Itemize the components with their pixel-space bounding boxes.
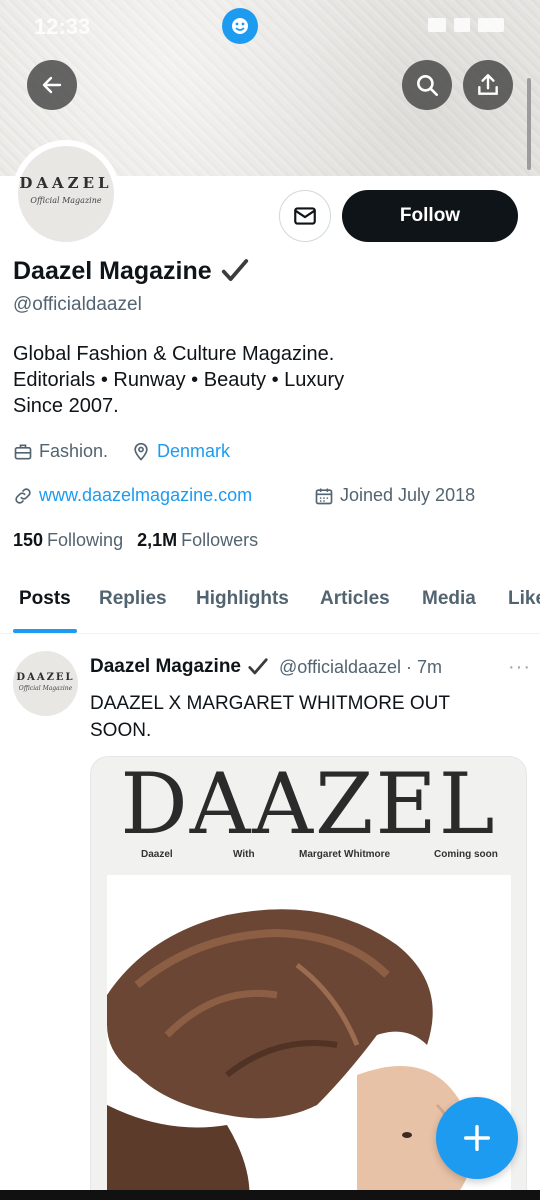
back-button[interactable] xyxy=(27,60,77,110)
follow-counts: 150 Following 2,1M Followers xyxy=(13,530,258,551)
share-icon xyxy=(478,74,498,95)
follow-button[interactable]: Follow xyxy=(342,190,518,242)
post-handle-time: @officialdaazel · 7m xyxy=(279,656,443,677)
profile-location[interactable]: Denmark xyxy=(131,441,230,462)
verified-check-icon xyxy=(248,658,268,675)
briefcase-icon xyxy=(14,444,32,459)
cover-label: Margaret Whitmore xyxy=(299,849,391,860)
tab-articles[interactable]: Articles xyxy=(320,588,390,610)
website-link[interactable]: www.daazelmagazine.com xyxy=(39,485,252,506)
mail-icon xyxy=(294,207,316,225)
tab-highlights[interactable]: Highlights xyxy=(196,588,289,610)
status-app-icon xyxy=(222,8,258,44)
profile-name-row: Daazel Magazine xyxy=(13,256,250,286)
avatar-logo: DAAZEL Official Magazine xyxy=(18,146,114,242)
bio-line: Since 2007. xyxy=(13,395,119,417)
plus-icon xyxy=(463,1124,491,1152)
location-pin-icon xyxy=(134,442,148,461)
avatar[interactable]: DAAZEL Official Magazine xyxy=(12,140,120,248)
status-icons xyxy=(428,18,504,32)
status-time: 12:33 xyxy=(34,14,91,39)
following-link[interactable]: 150 Following xyxy=(13,530,123,551)
post-author-name[interactable]: Daazel Magazine xyxy=(90,656,241,678)
location-label[interactable]: Denmark xyxy=(157,441,230,462)
status-bar: 12:33 xyxy=(0,8,540,44)
post-more-icon[interactable]: ··· xyxy=(508,656,531,679)
post-header: Daazel Magazine @officialdaazel · 7m xyxy=(90,656,442,678)
cover-title: DAAZEL xyxy=(120,756,497,853)
back-arrow-icon xyxy=(42,76,62,94)
following-count: 150 xyxy=(13,530,44,550)
calendar-icon xyxy=(315,488,333,504)
tab-likes[interactable]: Likes xyxy=(508,588,540,610)
scrollbar[interactable] xyxy=(527,78,531,170)
tab-posts[interactable]: Posts xyxy=(19,588,71,610)
profile-tabs: Posts Replies Highlights Articles Media … xyxy=(0,572,540,634)
followers-count: 2,1M xyxy=(137,530,178,550)
post-avatar[interactable]: DAAZEL Official Magazine xyxy=(13,651,78,716)
verified-check-icon xyxy=(221,259,248,281)
display-name: Daazel Magazine xyxy=(13,256,212,285)
profile-category: Fashion. xyxy=(13,441,108,462)
profile-bio: Global Fashion & Culture Magazine. Edito… xyxy=(13,341,344,419)
bio-line: Global Fashion & Culture Magazine. xyxy=(13,343,335,365)
tab-replies[interactable]: Replies xyxy=(99,588,167,610)
joined-label: Joined July 2018 xyxy=(340,485,476,505)
cover-label: Coming soon xyxy=(434,849,498,860)
system-nav-bar xyxy=(0,1190,540,1200)
profile-joined: Joined July 2018 xyxy=(314,485,475,506)
compose-button[interactable] xyxy=(436,1097,518,1179)
cover-label: Daazel xyxy=(141,849,173,860)
followers-link[interactable]: 2,1M Followers xyxy=(137,530,258,551)
category-label: Fashion. xyxy=(39,441,109,461)
followers-label: Followers xyxy=(181,530,259,550)
share-button[interactable] xyxy=(463,60,513,110)
post-text: DAAZEL X MARGARET WHITMORE OUT SOON. xyxy=(90,693,450,741)
cover-label: With xyxy=(233,849,255,860)
link-icon xyxy=(15,487,31,504)
search-button[interactable] xyxy=(402,60,452,110)
following-label: Following xyxy=(47,530,124,550)
message-button[interactable] xyxy=(279,190,331,242)
tab-media[interactable]: Media xyxy=(422,588,476,610)
bio-line: Editorials • Runway • Beauty • Luxury xyxy=(13,369,345,391)
profile-handle: @officialdaazel xyxy=(13,294,142,315)
profile-website[interactable]: www.daazelmagazine.com xyxy=(13,485,252,506)
search-icon xyxy=(417,75,439,97)
active-tab-indicator xyxy=(13,629,77,633)
